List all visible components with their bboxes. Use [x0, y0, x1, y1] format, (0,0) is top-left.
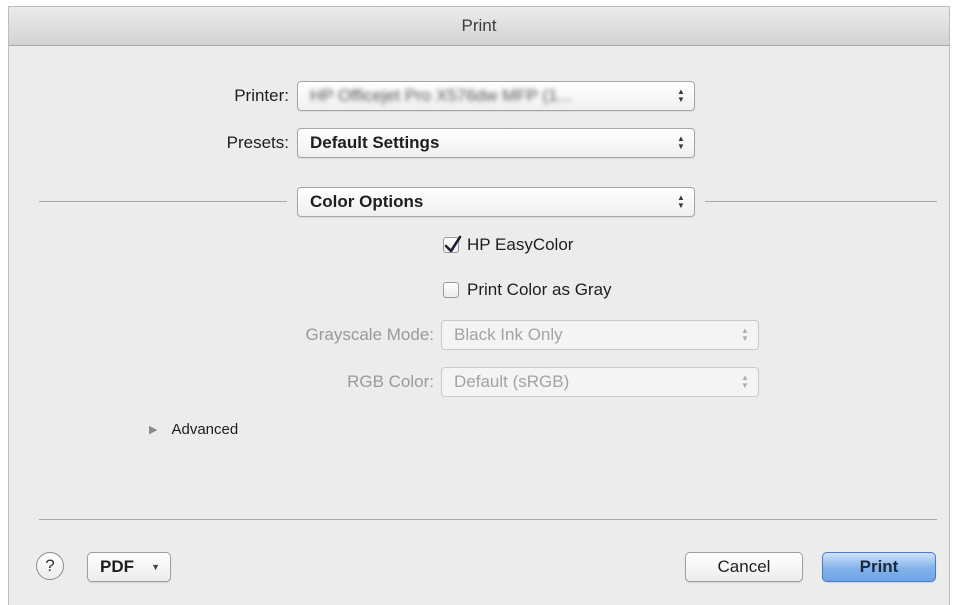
help-button[interactable]: ?: [36, 552, 64, 580]
advanced-label: Advanced: [171, 421, 239, 438]
presets-label: Presets:: [226, 133, 289, 152]
presets-value: Default Settings: [310, 133, 440, 152]
print-dialog: Print Printer: HP Officejet Pro X576dw M…: [8, 6, 950, 605]
rgb-color-label: RGB Color:: [347, 372, 434, 391]
printer-label: Printer:: [234, 86, 289, 105]
chevron-down-icon: ▼: [151, 562, 160, 572]
window-title: Print: [9, 7, 949, 46]
print-color-as-gray-checkbox[interactable]: [443, 282, 459, 298]
checkmark-icon: [444, 235, 462, 253]
hp-easycolor-checkbox[interactable]: [443, 235, 462, 253]
grayscale-mode-popup[interactable]: Black Ink Only ▲ ▼: [441, 320, 759, 350]
updown-arrows-icon: ▲ ▼: [677, 134, 685, 151]
section-divider-left: [39, 201, 287, 202]
rgb-color-popup[interactable]: Default (sRGB) ▲ ▼: [441, 367, 759, 397]
pdf-label: PDF: [100, 557, 134, 576]
disclosure-triangle-icon[interactable]: ▶: [149, 423, 157, 436]
pdf-menu-button[interactable]: PDF ▼: [87, 552, 171, 582]
updown-arrows-icon: ▲ ▼: [741, 326, 749, 343]
print-color-as-gray-label: Print Color as Gray: [467, 280, 612, 299]
advanced-disclosure[interactable]: ▶ Advanced: [149, 421, 238, 438]
updown-arrows-icon: ▲ ▼: [741, 373, 749, 390]
printer-name: HP Officejet Pro X576dw MFP (1...: [310, 86, 572, 105]
print-button[interactable]: Print: [822, 552, 936, 582]
print-color-as-gray-checkbox-row[interactable]: Print Color as Gray: [443, 280, 612, 300]
updown-arrows-icon: ▲ ▼: [677, 87, 685, 104]
footer-divider: [39, 519, 937, 520]
presets-popup[interactable]: Default Settings ▲ ▼: [297, 128, 695, 158]
rgb-color-value: Default (sRGB): [454, 372, 570, 391]
hp-easycolor-checkbox-row[interactable]: HP EasyColor: [443, 235, 573, 255]
hp-easycolor-label: HP EasyColor: [467, 235, 574, 254]
updown-arrows-icon: ▲ ▼: [677, 193, 685, 210]
section-options-popup[interactable]: Color Options ▲ ▼: [297, 187, 695, 217]
printer-popup[interactable]: HP Officejet Pro X576dw MFP (1... ▲ ▼: [297, 81, 695, 111]
cancel-button[interactable]: Cancel: [685, 552, 803, 582]
section-divider-right: [705, 201, 937, 202]
grayscale-mode-value: Black Ink Only: [454, 325, 563, 344]
section-options-value: Color Options: [310, 192, 424, 211]
grayscale-mode-label: Grayscale Mode:: [305, 325, 435, 344]
